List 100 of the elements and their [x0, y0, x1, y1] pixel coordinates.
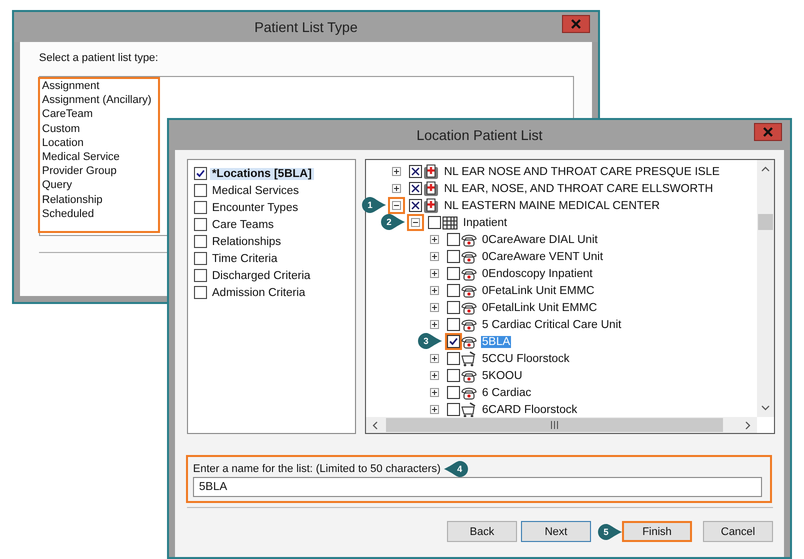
tree-item[interactable]: 6CARD Floorstock	[481, 404, 578, 416]
criteria-item[interactable]: Admission Criteria	[210, 286, 308, 298]
criteria-item[interactable]: Time Criteria	[210, 252, 280, 264]
list-item[interactable]: Provider Group	[42, 164, 156, 178]
close-icon	[571, 19, 581, 29]
cart-icon	[461, 350, 477, 366]
scroll-right-icon	[745, 420, 751, 430]
callout-badge: 4	[442, 460, 469, 478]
window-title: Location Patient List	[416, 127, 543, 143]
expander-toggle[interactable]	[392, 201, 401, 210]
checkbox[interactable]	[194, 201, 207, 214]
dialog-button[interactable]: Back	[447, 521, 517, 542]
checkbox[interactable]	[447, 403, 460, 416]
scroll-thumb[interactable]	[758, 214, 773, 230]
tree-item[interactable]: 0FetaLink Unit EMMC	[481, 284, 596, 296]
list-item[interactable]: Query	[42, 178, 156, 193]
expander-toggle[interactable]	[430, 371, 439, 380]
close-button[interactable]	[754, 123, 782, 141]
tree-item[interactable]: 5CCU Floorstock	[481, 352, 571, 364]
tree-item[interactable]: NL EASTERN MAINE MEDICAL CENTER	[443, 200, 661, 212]
expander-toggle[interactable]	[430, 303, 439, 312]
vertical-scrollbar[interactable]	[757, 160, 774, 417]
hospital-icon	[423, 180, 439, 196]
expander-toggle[interactable]	[430, 252, 439, 261]
expander-toggle[interactable]	[430, 320, 439, 329]
checkbox[interactable]	[194, 167, 207, 180]
scroll-up-icon	[761, 166, 770, 172]
list-item[interactable]: CareTeam	[42, 107, 156, 122]
callout-badge: 3	[417, 332, 443, 350]
checkbox[interactable]	[447, 267, 460, 280]
tree-item[interactable]: NL EAR, NOSE, AND THROAT CARE ELLSWORTH	[443, 182, 714, 194]
checkbox[interactable]	[447, 233, 460, 246]
list-item[interactable]: Assignment	[42, 79, 156, 94]
expander-toggle[interactable]	[430, 405, 439, 414]
callout-badge: 2	[380, 213, 406, 231]
name-label: Enter a name for the list: (Limited to 50 characters)	[193, 463, 441, 475]
checkbox[interactable]	[194, 269, 207, 282]
scroll-down-icon	[761, 405, 770, 411]
expander-toggle[interactable]	[430, 235, 439, 244]
checkbox[interactable]	[447, 335, 460, 348]
cart-icon	[461, 402, 477, 418]
list-item[interactable]: Custom	[42, 122, 156, 136]
checkbox[interactable]	[447, 250, 460, 263]
expander-toggle[interactable]	[430, 354, 439, 363]
criteria-item[interactable]: Relationships	[210, 236, 284, 248]
close-button[interactable]	[562, 15, 590, 33]
expander-toggle[interactable]	[430, 286, 439, 295]
checkbox[interactable]	[194, 252, 207, 265]
prompt-label: Select a patient list type:	[39, 52, 160, 64]
checkbox[interactable]	[428, 216, 441, 229]
close-icon	[763, 127, 773, 137]
checkbox[interactable]	[447, 386, 460, 399]
checkbox[interactable]	[447, 352, 460, 365]
grip-icon	[550, 421, 559, 429]
list-item[interactable]: Assignment (Ancillary)	[42, 93, 156, 108]
tree-item[interactable]: 0CareAware DIAL Unit	[481, 234, 599, 246]
callout-badge: 5	[597, 523, 623, 541]
hospital-icon	[423, 198, 439, 214]
list-item[interactable]: Relationship	[42, 192, 156, 207]
tree-item[interactable]: 6 Cardiac	[481, 386, 532, 398]
tree-item[interactable]: 0FetalLink Unit EMMC	[481, 302, 598, 314]
expander-toggle[interactable]	[392, 184, 401, 193]
hospital-icon	[423, 164, 439, 180]
list-item[interactable]: Medical Service	[42, 150, 156, 164]
list-item[interactable]: Location	[42, 136, 156, 150]
checkbox[interactable]	[447, 301, 460, 314]
list-item[interactable]: Scheduled	[42, 206, 156, 222]
checkbox[interactable]	[447, 369, 460, 382]
window-title: Patient List Type	[254, 19, 358, 35]
tree-item[interactable]: NL EAR NOSE AND THROAT CARE PRESQUE ISLE	[443, 166, 721, 178]
checkbox[interactable]	[194, 218, 207, 231]
expander-toggle[interactable]	[392, 167, 401, 176]
tree-item[interactable]: 0Endoscopy Inpatient	[481, 268, 594, 280]
expander-toggle[interactable]	[430, 388, 439, 397]
horizontal-scrollbar[interactable]	[366, 417, 757, 433]
criteria-item[interactable]: Encounter Types	[210, 202, 300, 214]
criteria-item[interactable]: Medical Services	[210, 184, 301, 196]
dialog-button[interactable]: Cancel	[703, 521, 773, 542]
expander-toggle[interactable]	[430, 269, 439, 278]
criteria-item[interactable]: *Locations [5BLA]	[210, 168, 314, 180]
expander-toggle[interactable]	[411, 218, 420, 227]
list-name-field[interactable]: 5BLA	[193, 477, 762, 497]
checkbox[interactable]	[194, 184, 207, 197]
checkbox[interactable]	[194, 235, 207, 248]
dialog-button[interactable]: Finish	[622, 521, 692, 542]
checkbox[interactable]	[409, 182, 422, 195]
grid-icon	[442, 214, 458, 230]
tree-item[interactable]: 5 Cardiac Critical Care Unit	[481, 318, 622, 330]
criteria-item[interactable]: Discharged Criteria	[210, 270, 312, 282]
checkbox[interactable]	[447, 284, 460, 297]
tree-item[interactable]: Inpatient	[462, 216, 508, 228]
criteria-item[interactable]: Care Teams	[210, 218, 276, 230]
tree-item[interactable]: 5KOOU	[481, 370, 524, 382]
dialog-button[interactable]: Next	[521, 521, 591, 542]
scroll-left-icon	[372, 420, 378, 430]
checkbox[interactable]	[194, 286, 207, 299]
checkbox[interactable]	[447, 318, 460, 331]
tree-item[interactable]: 0CareAware VENT Unit	[481, 250, 604, 262]
checkbox[interactable]	[409, 199, 422, 212]
checkbox[interactable]	[409, 165, 422, 178]
